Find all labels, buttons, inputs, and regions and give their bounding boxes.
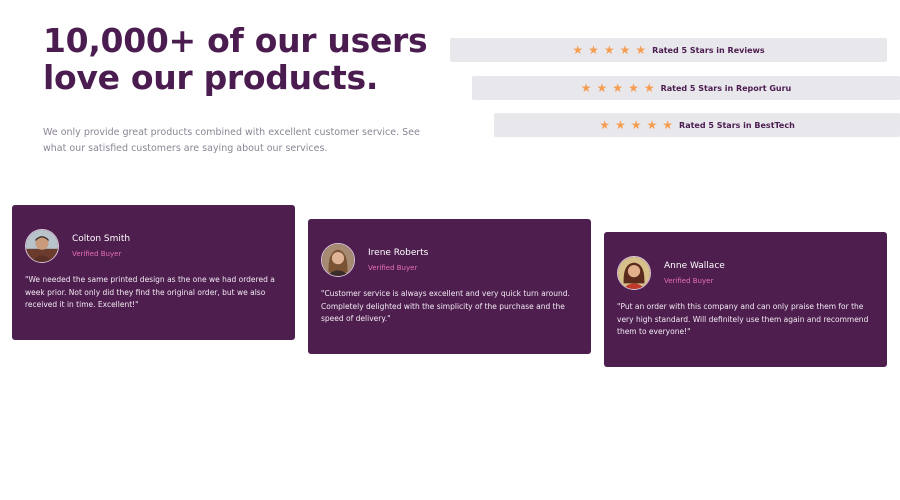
- star-rating: ★ ★ ★ ★ ★: [572, 44, 646, 56]
- testimonial-quote: "We needed the same printed design as th…: [25, 275, 275, 309]
- star-icon: ★: [643, 81, 655, 95]
- reviewer-role: Verified Buyer: [664, 276, 714, 285]
- avatar: [321, 243, 355, 277]
- star-icon: ★: [662, 118, 674, 132]
- star-icon: ★: [646, 118, 658, 132]
- testimonial-quote: "Customer service is always excellent an…: [321, 289, 570, 323]
- star-icon: ★: [619, 43, 631, 57]
- star-icon: ★: [612, 81, 624, 95]
- headline-line-1: 10,000+ of our users: [43, 21, 428, 60]
- rating-label: Rated 5 Stars in Reviews: [652, 45, 765, 55]
- rating-label: Rated 5 Stars in Report Guru: [660, 83, 792, 93]
- headline-line-2: love our products.: [43, 58, 379, 97]
- testimonial-quote: "Put an order with this company and can …: [617, 302, 869, 336]
- reviewer-name: Irene Roberts: [368, 247, 429, 258]
- star-icon: ★: [628, 81, 639, 95]
- star-icon: ★: [630, 118, 642, 132]
- star-icon: ★: [588, 43, 599, 57]
- star-icon: ★: [596, 81, 608, 95]
- reviewer-role: Verified Buyer: [72, 249, 122, 258]
- avatar: [25, 229, 59, 263]
- reviewer-role: Verified Buyer: [368, 263, 418, 272]
- page-headline: 10,000+ of our users love our products.: [43, 21, 428, 97]
- star-icon: ★: [572, 43, 584, 57]
- testimonial-card-anne: Anne Wallace Verified Buyer "Put an orde…: [604, 232, 887, 367]
- testimonial-card-irene: Irene Roberts Verified Buyer "Customer s…: [308, 219, 591, 354]
- avatar: [617, 256, 651, 290]
- star-icon: ★: [580, 81, 592, 95]
- rating-label: Rated 5 Stars in BestTech: [679, 120, 795, 130]
- rating-report-guru: ★ ★ ★ ★ ★ Rated 5 Stars in Report Guru: [472, 76, 900, 100]
- star-rating: ★ ★ ★ ★ ★: [599, 119, 673, 131]
- star-icon: ★: [635, 43, 647, 57]
- star-icon: ★: [599, 118, 610, 132]
- intro-description: We only provide great products combined …: [43, 127, 420, 154]
- star-rating: ★ ★ ★ ★ ★: [581, 82, 655, 94]
- rating-besttech: ★ ★ ★ ★ ★ Rated 5 Stars in BestTech: [494, 113, 900, 137]
- testimonial-card-colton: Colton Smith Verified Buyer "We needed t…: [12, 205, 295, 340]
- reviewer-name: Anne Wallace: [664, 260, 725, 271]
- star-icon: ★: [603, 43, 615, 57]
- star-icon: ★: [614, 118, 626, 132]
- rating-reviews: ★ ★ ★ ★ ★ Rated 5 Stars in Reviews: [450, 38, 887, 62]
- reviewer-name: Colton Smith: [72, 233, 131, 244]
